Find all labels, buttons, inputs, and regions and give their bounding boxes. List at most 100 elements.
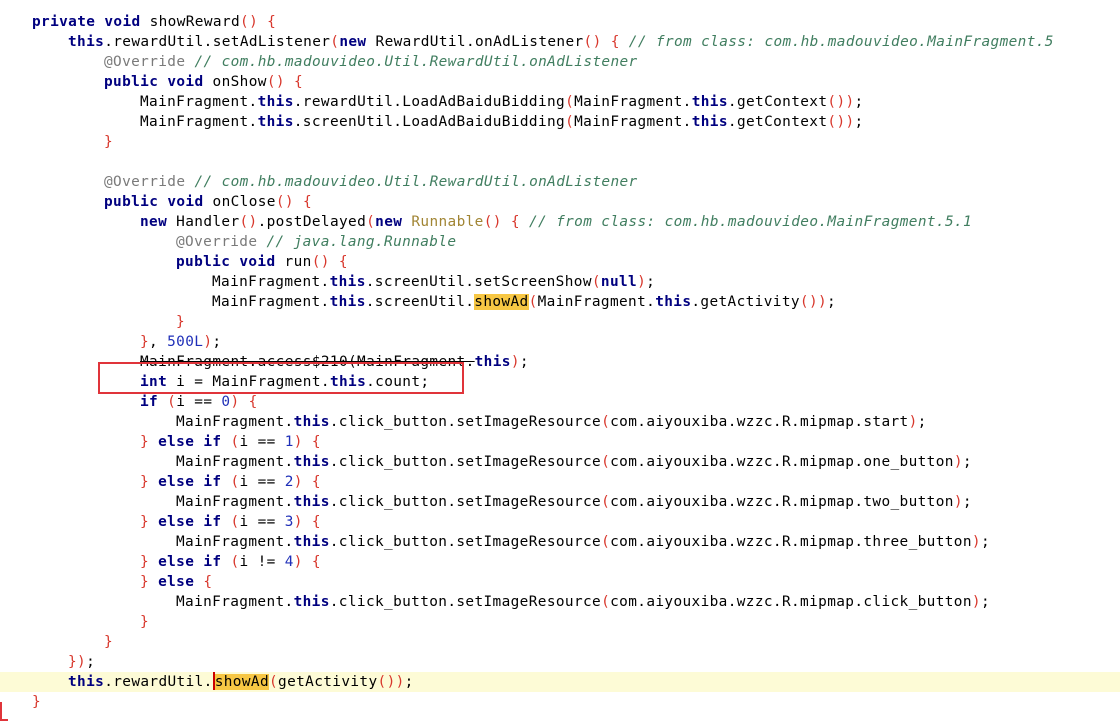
keyword: this	[691, 94, 728, 110]
bracket: (	[601, 594, 611, 610]
keyword: else	[158, 554, 195, 570]
keyword: public	[176, 254, 231, 270]
bracket: }	[140, 474, 150, 490]
code-token: .postDelayed	[257, 214, 367, 230]
code-line[interactable]: } else if (i == 1) {	[0, 432, 1120, 452]
code-line[interactable]: @Override // com.hb.madouvideo.Util.Rewa…	[0, 172, 1120, 192]
code-line[interactable]: }, 500L);	[0, 332, 1120, 352]
keyword: this	[474, 354, 511, 370]
bracket: }	[104, 134, 114, 150]
bracket: )	[971, 534, 981, 550]
bracket: {	[311, 474, 321, 490]
bracket: }	[32, 694, 42, 710]
code-line[interactable]: public void onShow() {	[0, 72, 1120, 92]
code-line[interactable]	[0, 152, 1120, 172]
code-line[interactable]: MainFragment.access$210(MainFragment.thi…	[0, 352, 1120, 372]
bracket: }	[140, 554, 150, 570]
code-line[interactable]: MainFragment.this.click_button.setImageR…	[0, 492, 1120, 512]
code-line[interactable]: }	[0, 312, 1120, 332]
code-line[interactable]: int i = MainFragment.this.count;	[0, 372, 1120, 392]
bracket: )	[818, 294, 828, 310]
bracket: )	[248, 214, 258, 230]
code-line[interactable]: }	[0, 692, 1120, 712]
code-line[interactable]: @Override // java.lang.Runnable	[0, 232, 1120, 252]
code-token: MainFragment.	[212, 294, 330, 310]
bracket: (	[601, 534, 611, 550]
bracket: {	[293, 74, 303, 90]
bracket: {	[203, 574, 213, 590]
code-line[interactable]: private void showReward() {	[0, 12, 1120, 32]
bracket: (	[230, 474, 240, 490]
code-token: .count;	[366, 374, 430, 390]
code-line[interactable]: @Override // com.hb.madouvideo.Util.Rewa…	[0, 52, 1120, 72]
code-token: .rewardUtil.LoadAdBaiduBidding	[293, 94, 566, 110]
keyword: this	[68, 674, 105, 690]
code-line[interactable]: MainFragment.this.screenUtil.setScreenSh…	[0, 272, 1120, 292]
code-line[interactable]: public void run() {	[0, 252, 1120, 272]
code-token: .getActivity	[691, 294, 800, 310]
bracket: {	[248, 394, 258, 410]
bracket: (	[268, 674, 279, 690]
code-line[interactable]: MainFragment.this.click_button.setImageR…	[0, 532, 1120, 552]
code-token: onShow	[203, 74, 267, 90]
code-token: com.aiyouxiba.wzzc.R.mipmap.click_button	[610, 594, 972, 610]
code-token: ;	[212, 334, 222, 350]
bracket: )	[293, 434, 303, 450]
code-line[interactable]: new Handler().postDelayed(new Runnable()…	[0, 212, 1120, 232]
code-token: MainFragment.	[176, 494, 294, 510]
keyword: null	[600, 274, 638, 290]
code-token: ,	[149, 334, 168, 350]
bracket: )	[293, 554, 303, 570]
bracket: (	[275, 194, 285, 210]
keyword: this	[691, 114, 728, 130]
code-line[interactable]: } else if (i != 4) {	[0, 552, 1120, 572]
code-line[interactable]: }	[0, 632, 1120, 652]
bracket: )	[510, 354, 520, 370]
code-line[interactable]: public void onClose() {	[0, 192, 1120, 212]
code-token: MainFragment.	[176, 454, 294, 470]
search-highlight: showAd	[474, 294, 529, 310]
search-highlight: showAd	[214, 674, 269, 690]
number-literal: 2	[284, 474, 294, 490]
code-token: showReward	[140, 14, 241, 30]
code-line[interactable]: } else {	[0, 572, 1120, 592]
code-line[interactable]: if (i == 0) {	[0, 392, 1120, 412]
code-line[interactable]: } else if (i == 3) {	[0, 512, 1120, 532]
code-line[interactable]: });	[0, 652, 1120, 672]
keyword: this	[293, 534, 330, 550]
code-line[interactable]: MainFragment.this.screenUtil.LoadAdBaidu…	[0, 112, 1120, 132]
keyword: this	[257, 94, 294, 110]
current-code-line[interactable]: this.rewardUtil. showAd(getActivity());	[0, 672, 1120, 692]
code-line[interactable]: MainFragment.this.rewardUtil.LoadAdBaidu…	[0, 92, 1120, 112]
code-token: ;	[962, 454, 972, 470]
bracket: )	[492, 214, 502, 230]
code-line[interactable]: MainFragment.this.click_button.setImageR…	[0, 452, 1120, 472]
code-token: onClose	[203, 194, 276, 210]
keyword: else	[158, 514, 195, 530]
code-token: ;	[980, 534, 990, 550]
code-line[interactable]: } else if (i == 2) {	[0, 472, 1120, 492]
keyword: if	[203, 474, 222, 490]
code-line[interactable]: }	[0, 612, 1120, 632]
code-editor[interactable]: } this.rewardUtil. showAd(getActivity());}…	[0, 0, 1120, 721]
code-line[interactable]: MainFragment.this.screenUtil.showAd(Main…	[0, 292, 1120, 312]
code-line[interactable]: MainFragment.this.click_button.setImageR…	[0, 412, 1120, 432]
code-line[interactable]: }	[0, 132, 1120, 152]
code-line[interactable]: MainFragment.this.click_button.setImageR…	[0, 592, 1120, 612]
bracket: (	[483, 214, 493, 230]
bracket: {	[610, 34, 620, 50]
comment: // from class: com.hb.madouvideo.MainFra…	[628, 34, 1054, 50]
bracket: (	[565, 114, 575, 130]
bracket: (	[601, 414, 611, 430]
code-line[interactable]: this.rewardUtil.setAdListener(new Reward…	[0, 32, 1120, 52]
code-token: .getContext	[727, 114, 828, 130]
code-token: com.aiyouxiba.wzzc.R.mipmap.one_button	[610, 454, 954, 470]
strikethrough-code: MainFragment.access$210(MainFragment.	[140, 354, 475, 370]
